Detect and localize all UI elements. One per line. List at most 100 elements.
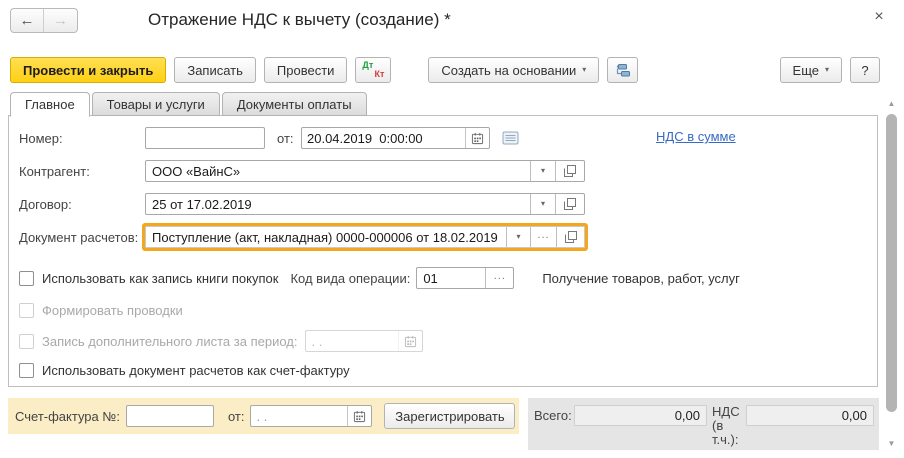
open-button[interactable]	[555, 161, 584, 181]
dropdown-button[interactable]: ▾	[530, 194, 555, 214]
use-as-invoice-label: Использовать документ расчетов как счет-…	[42, 363, 350, 378]
document-window: ← → Отражение НДС к вычету (создание) * …	[0, 0, 904, 458]
dropdown-button[interactable]: ▾	[530, 161, 555, 181]
postings-label: Формировать проводки	[42, 303, 183, 318]
calendar-button[interactable]	[347, 406, 371, 426]
page-title: Отражение НДС к вычету (создание) *	[148, 10, 451, 30]
number-label: Номер:	[19, 131, 145, 146]
more-button[interactable]: Еще ▾	[780, 57, 842, 83]
postings-row: Формировать проводки	[9, 303, 877, 318]
chevron-down-icon: ▾	[582, 66, 586, 74]
totals-bar: Всего: 0,00 НДС (в т.ч.): 0,00	[528, 398, 879, 450]
purchase-book-label: Использовать как запись книги покупок	[42, 271, 278, 286]
ellipsis-button[interactable]: ...	[530, 227, 556, 247]
vertical-scrollbar: ▲ ▼	[884, 98, 899, 450]
more-label: Еще	[793, 63, 819, 78]
document-list-icon[interactable]	[502, 131, 519, 145]
dtkt-icon: Дт Кт	[362, 61, 384, 79]
history-nav: ← →	[10, 8, 78, 33]
extra-sheet-date-field	[305, 330, 423, 352]
document-structure-button[interactable]	[607, 57, 638, 83]
op-code-field: ...	[416, 267, 514, 289]
settlement-doc-label: Документ расчетов:	[19, 230, 145, 245]
use-as-invoice-row: Использовать документ расчетов как счет-…	[9, 363, 877, 378]
extra-sheet-date-input	[306, 331, 398, 351]
dropdown-button[interactable]: ▾	[506, 227, 530, 247]
contract-input[interactable]	[146, 194, 530, 214]
save-label: Записать	[187, 63, 243, 78]
document-date-field	[301, 127, 490, 149]
tab-main[interactable]: Главное	[10, 92, 90, 117]
date-label: от:	[277, 131, 297, 146]
vat-in-total-link[interactable]: НДС в сумме	[656, 129, 736, 144]
create-based-on-button[interactable]: Создать на основании ▾	[428, 57, 599, 83]
op-code-ellipsis-button[interactable]: ...	[485, 268, 513, 288]
open-icon	[564, 165, 576, 177]
calendar-button[interactable]	[465, 128, 489, 148]
extra-sheet-label: Запись дополнительного листа за период:	[42, 334, 297, 349]
invoice-number-label: Счет-фактура №:	[15, 409, 120, 424]
invoice-date-field	[250, 405, 372, 427]
document-date-input[interactable]	[302, 128, 465, 148]
calendar-icon	[471, 132, 484, 145]
post-and-close-label: Провести и закрыть	[23, 63, 153, 78]
forward-icon: →	[53, 12, 68, 29]
calendar-button	[398, 331, 422, 351]
vat-label: НДС (в т.ч.):	[712, 405, 746, 447]
scroll-down-icon: ▼	[888, 439, 896, 448]
use-as-invoice-checkbox[interactable]	[19, 363, 34, 378]
register-invoice-button[interactable]: Зарегистрировать	[384, 403, 515, 429]
toolbar: Провести и закрыть Записать Провести Дт …	[10, 56, 880, 84]
extra-sheet-row: Запись дополнительного листа за период:	[9, 330, 877, 352]
contract-label: Договор:	[19, 197, 145, 212]
counterparty-field: ▾	[145, 160, 585, 182]
back-button[interactable]: ←	[11, 9, 44, 32]
post-and-close-button[interactable]: Провести и закрыть	[10, 57, 166, 83]
close-icon: ×	[874, 8, 883, 25]
save-button[interactable]: Записать	[174, 57, 256, 83]
main-form-panel: Номер: от: НДС в сумме Контрагент: ▾	[8, 115, 878, 387]
post-button[interactable]: Провести	[264, 57, 348, 83]
number-input[interactable]	[145, 127, 265, 149]
forward-button[interactable]: →	[44, 9, 77, 32]
invoice-date-label: от:	[228, 409, 245, 424]
purchase-book-checkbox[interactable]	[19, 271, 34, 286]
total-label: Всего:	[534, 408, 572, 423]
op-code-input[interactable]	[417, 268, 485, 288]
show-postings-button[interactable]: Дт Кт	[355, 57, 391, 83]
register-invoice-label: Зарегистрировать	[395, 409, 504, 424]
open-icon	[564, 198, 576, 210]
purchase-book-row: Использовать как запись книги покупок Ко…	[9, 267, 877, 289]
chevron-down-icon: ▾	[541, 200, 545, 208]
scrollbar-thumb[interactable]	[886, 114, 897, 412]
dt-label: Дт	[362, 61, 373, 70]
number-date-row: Номер: от: НДС в сумме	[9, 127, 877, 149]
scroll-up-button[interactable]: ▲	[884, 98, 899, 110]
chevron-down-icon: ▾	[541, 167, 545, 175]
postings-checkbox	[19, 303, 34, 318]
contract-field: ▾	[145, 193, 585, 215]
counterparty-input[interactable]	[146, 161, 530, 181]
tab-bar: Главное Товары и услуги Документы оплаты	[10, 92, 367, 117]
chevron-down-icon: ▾	[825, 66, 829, 74]
back-icon: ←	[20, 12, 35, 29]
help-button[interactable]: ?	[850, 57, 880, 83]
invoice-register-bar: Счет-фактура №: от: Зарегистрировать	[8, 398, 519, 434]
extra-sheet-checkbox	[19, 334, 34, 349]
open-button[interactable]	[556, 227, 584, 247]
settlement-doc-row: Документ расчетов: ▾ ...	[9, 226, 877, 248]
scroll-down-button[interactable]: ▼	[884, 438, 899, 450]
kt-label: Кт	[375, 70, 385, 79]
vat-value: 0,00	[746, 405, 874, 426]
settlement-doc-input[interactable]	[146, 227, 506, 247]
tab-payment-documents[interactable]: Документы оплаты	[222, 92, 367, 116]
calendar-icon	[353, 410, 366, 423]
invoice-number-input[interactable]	[126, 405, 214, 427]
close-button[interactable]: ×	[868, 6, 890, 28]
post-label: Провести	[277, 63, 335, 78]
tab-goods-services[interactable]: Товары и услуги	[92, 92, 220, 116]
counterparty-label: Контрагент:	[19, 164, 145, 179]
open-button[interactable]	[555, 194, 584, 214]
invoice-date-input[interactable]	[251, 406, 347, 426]
op-code-description: Получение товаров, работ, услуг	[542, 271, 740, 286]
